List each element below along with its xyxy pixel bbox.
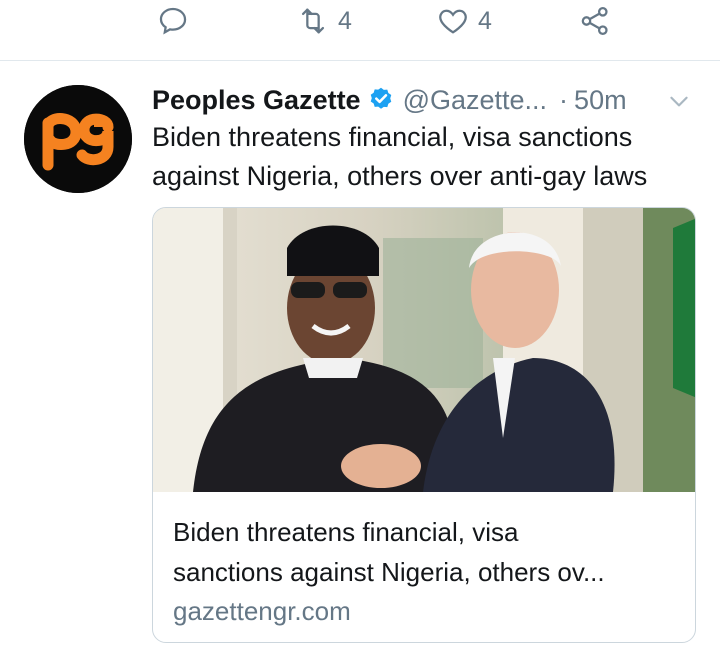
like-count: 4 [478,6,492,35]
avatar[interactable] [24,85,132,193]
card-title-line: sanctions against Nigeria, others ov... [173,557,605,587]
tweet-text: Biden threatens financial, visa sanction… [152,118,712,196]
share-button[interactable] [578,4,612,38]
tweet-header: Peoples Gazette @Gazette... · 50m [152,80,700,120]
news-photo [153,208,695,492]
card-domain[interactable]: gazettengr.com [173,596,351,627]
chevron-down-icon[interactable] [666,88,692,114]
retweet-count: 4 [338,6,352,35]
tweet-text-line: against Nigeria, others over anti-gay la… [152,161,648,191]
peoples-gazette-logo [24,85,132,193]
author-handle[interactable]: @Gazette... [403,85,547,116]
tweet-text-line: Biden threatens financial, visa sanction… [152,122,633,152]
verified-badge-icon [370,87,391,109]
card-title[interactable]: Biden threatens financial, visa sanction… [173,512,683,592]
reply-icon [159,7,187,35]
card-title-line: Biden threatens financial, visa [173,517,519,547]
tweet-divider [0,60,720,61]
previous-tweet-action-bar: 4 4 [0,0,720,46]
link-card[interactable]: Biden threatens financial, visa sanction… [152,207,696,643]
share-icon [581,6,608,36]
retweet-button[interactable]: 4 [296,4,352,38]
separator-dot: · [559,84,569,115]
author-name[interactable]: Peoples Gazette [152,85,361,116]
heart-icon [439,9,467,34]
like-button[interactable]: 4 [436,4,492,38]
reply-button[interactable] [156,4,190,38]
tweet-timestamp[interactable]: 50m [574,85,627,116]
retweet-icon [301,8,325,34]
card-image[interactable] [153,208,695,492]
